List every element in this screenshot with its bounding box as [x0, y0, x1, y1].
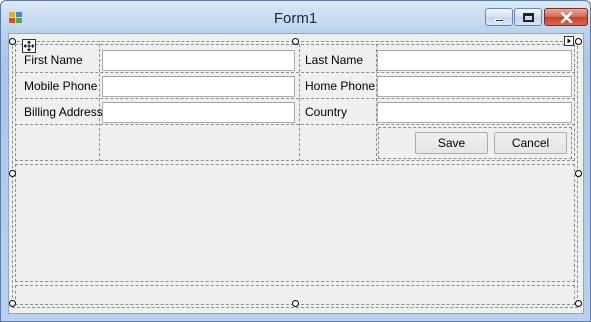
cancel-button[interactable]: Cancel [494, 132, 567, 154]
first-name-field[interactable] [102, 50, 295, 71]
mobile-phone-label: Mobile Phone [24, 79, 98, 93]
home-phone-label: Home Phone [305, 79, 376, 93]
maximize-icon [523, 13, 534, 22]
billing-address-field[interactable] [102, 102, 295, 123]
close-button[interactable] [544, 8, 588, 26]
smart-tag-arrow-icon[interactable] [564, 36, 574, 46]
minimize-button[interactable] [485, 8, 513, 26]
grid-col-divider [299, 44, 300, 161]
country-field[interactable] [377, 102, 572, 123]
close-icon [560, 12, 573, 23]
resize-handle[interactable] [292, 38, 299, 45]
resize-handle[interactable] [9, 170, 16, 177]
resize-handle[interactable] [575, 170, 582, 177]
home-phone-field[interactable] [377, 76, 572, 97]
last-name-label: Last Name [305, 53, 364, 67]
first-name-label: First Name [24, 53, 83, 67]
resize-handle[interactable] [9, 38, 16, 45]
form-client-area: First Name Last Name Mobile Phone Home P… [8, 33, 584, 314]
lower-panel[interactable] [15, 164, 575, 282]
last-name-field[interactable] [377, 50, 572, 71]
maximize-button[interactable] [514, 8, 542, 26]
billing-address-label: Billing Address [24, 105, 103, 119]
country-label: Country [305, 105, 348, 119]
mobile-phone-field[interactable] [102, 76, 295, 97]
title-bar[interactable]: Form1 [1, 1, 590, 33]
move-arrows-icon[interactable] [22, 39, 36, 53]
save-button[interactable]: Save [415, 132, 488, 154]
grid-col-divider [99, 44, 100, 161]
resize-handle[interactable] [292, 300, 299, 307]
resize-handle[interactable] [9, 300, 16, 307]
form-window: Form1 First Name Last Name Mobile Phone … [0, 0, 591, 322]
resize-handle[interactable] [575, 38, 582, 45]
minimize-icon [495, 19, 504, 22]
resize-handle[interactable] [575, 300, 582, 307]
